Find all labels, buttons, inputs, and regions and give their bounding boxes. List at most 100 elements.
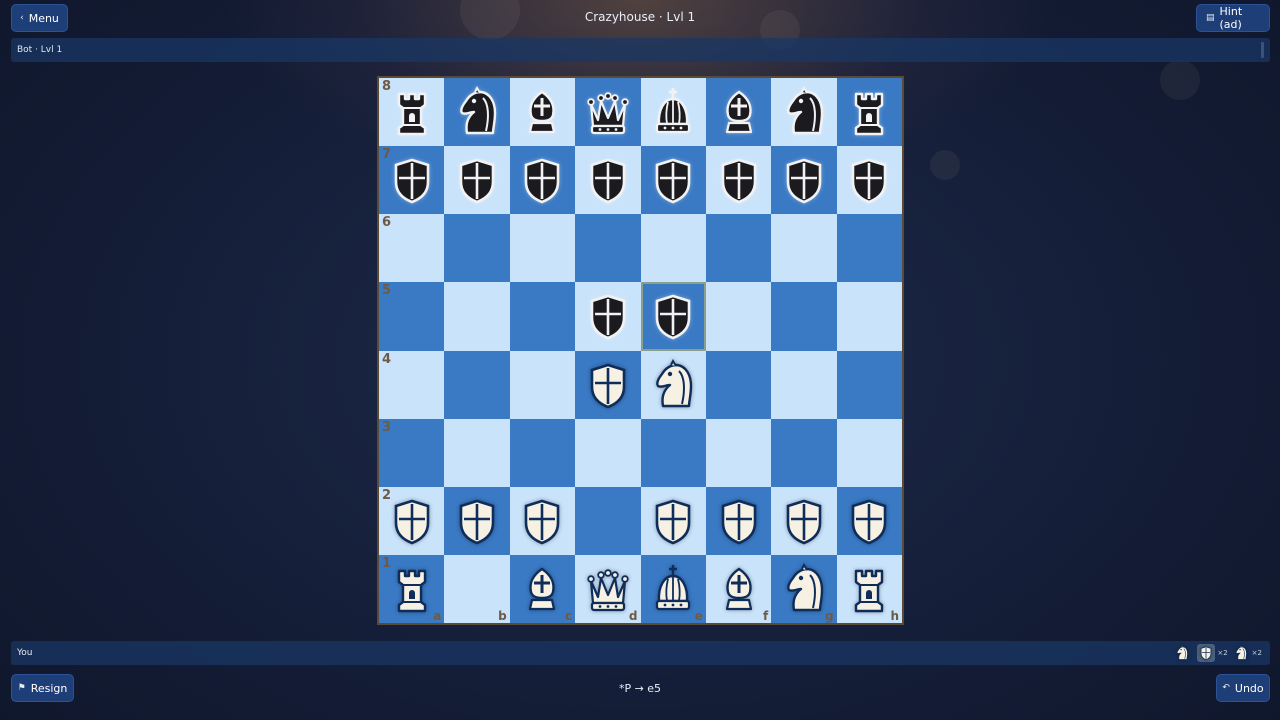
- white-rook-icon[interactable]: [388, 563, 436, 615]
- square-h6[interactable]: [836, 214, 902, 283]
- black-king-icon[interactable]: [649, 86, 697, 138]
- pocket-knight-icon[interactable]: [1173, 644, 1191, 662]
- square-g3[interactable]: [771, 418, 837, 487]
- white-knight-icon[interactable]: [649, 358, 697, 411]
- pocket-pawn-icon[interactable]: [1197, 644, 1216, 662]
- square-e7[interactable]: [640, 146, 706, 215]
- white-queen-icon[interactable]: [584, 563, 632, 615]
- white-pawn-icon[interactable]: [845, 495, 893, 547]
- black-pawn-icon[interactable]: [845, 154, 893, 206]
- square-f3[interactable]: [705, 418, 772, 487]
- black-knight-icon[interactable]: [780, 86, 828, 138]
- square-c6[interactable]: [509, 214, 576, 283]
- square-b1[interactable]: b: [444, 554, 510, 623]
- square-a6[interactable]: 6: [379, 214, 445, 283]
- square-e5[interactable]: [640, 282, 706, 351]
- square-g7[interactable]: [771, 146, 837, 215]
- white-pawn-icon[interactable]: [453, 495, 501, 547]
- square-c2[interactable]: [509, 486, 576, 555]
- white-pawn-icon[interactable]: [518, 495, 566, 547]
- square-e6[interactable]: [640, 214, 706, 283]
- square-c7[interactable]: [509, 146, 576, 215]
- square-g4[interactable]: [771, 350, 837, 419]
- square-d3[interactable]: [575, 418, 641, 487]
- undo-button[interactable]: ↶ Undo: [1216, 674, 1270, 702]
- white-knight-icon[interactable]: [780, 562, 828, 615]
- white-pawn-icon[interactable]: [780, 495, 828, 547]
- black-pawn-icon[interactable]: [649, 154, 697, 206]
- square-b4[interactable]: [444, 350, 510, 419]
- square-e4[interactable]: [640, 350, 706, 419]
- square-a4[interactable]: 4: [379, 350, 445, 419]
- square-h5[interactable]: [836, 282, 902, 351]
- black-rook-icon[interactable]: [388, 86, 436, 138]
- square-d5[interactable]: [575, 282, 641, 351]
- square-h7[interactable]: [836, 146, 902, 215]
- black-pawn-icon[interactable]: [453, 154, 501, 206]
- black-pawn-icon[interactable]: [584, 154, 632, 206]
- square-h8[interactable]: [836, 78, 902, 147]
- square-d7[interactable]: [575, 146, 641, 215]
- white-rook-icon[interactable]: [845, 563, 893, 615]
- square-h3[interactable]: [836, 418, 902, 487]
- square-b3[interactable]: [444, 418, 510, 487]
- square-d8[interactable]: [575, 78, 641, 147]
- square-e8[interactable]: [640, 78, 706, 147]
- white-pawn-icon[interactable]: [649, 495, 697, 547]
- square-c1[interactable]: c: [509, 554, 576, 623]
- square-c4[interactable]: [509, 350, 576, 419]
- square-e3[interactable]: [640, 418, 706, 487]
- square-c5[interactable]: [509, 282, 576, 351]
- square-b2[interactable]: [444, 486, 510, 555]
- black-knight-icon[interactable]: [453, 86, 501, 138]
- square-f1[interactable]: f: [705, 554, 772, 623]
- square-a1[interactable]: 1a: [379, 554, 445, 623]
- black-pawn-icon[interactable]: [780, 154, 828, 206]
- square-f4[interactable]: [705, 350, 772, 419]
- square-b7[interactable]: [444, 146, 510, 215]
- square-a7[interactable]: 7: [379, 146, 445, 215]
- white-pawn-icon[interactable]: [584, 359, 632, 411]
- chess-board[interactable]: 8 7 6 5 4 3 2 1 a b c d e f g h: [377, 76, 904, 625]
- square-c3[interactable]: [509, 418, 576, 487]
- square-a5[interactable]: 5: [379, 282, 445, 351]
- black-rook-icon[interactable]: [845, 86, 893, 138]
- black-pawn-icon[interactable]: [649, 290, 697, 342]
- square-b5[interactable]: [444, 282, 510, 351]
- square-e1[interactable]: e: [640, 554, 706, 623]
- black-queen-icon[interactable]: [584, 86, 632, 138]
- square-h2[interactable]: [836, 486, 902, 555]
- square-d1[interactable]: d: [575, 554, 641, 623]
- white-king-icon[interactable]: [649, 563, 697, 615]
- pocket-knight-icon[interactable]: [1232, 644, 1250, 662]
- square-a3[interactable]: 3: [379, 418, 445, 487]
- black-pawn-icon[interactable]: [388, 154, 436, 206]
- black-bishop-icon[interactable]: [715, 86, 763, 138]
- square-f2[interactable]: [705, 486, 772, 555]
- square-b8[interactable]: [444, 78, 510, 147]
- black-pawn-icon[interactable]: [584, 290, 632, 342]
- hint-button[interactable]: ▤ Hint (ad): [1196, 4, 1270, 32]
- white-pawn-icon[interactable]: [715, 495, 763, 547]
- square-h4[interactable]: [836, 350, 902, 419]
- square-c8[interactable]: [509, 78, 576, 147]
- black-pawn-icon[interactable]: [715, 154, 763, 206]
- square-h1[interactable]: h: [836, 554, 902, 623]
- white-pawn-icon[interactable]: [388, 495, 436, 547]
- square-e2[interactable]: [640, 486, 706, 555]
- white-bishop-icon[interactable]: [715, 563, 763, 615]
- black-pawn-icon[interactable]: [518, 154, 566, 206]
- white-bishop-icon[interactable]: [518, 563, 566, 615]
- square-a2[interactable]: 2: [379, 486, 445, 555]
- square-f6[interactable]: [705, 214, 772, 283]
- square-g6[interactable]: [771, 214, 837, 283]
- square-b6[interactable]: [444, 214, 510, 283]
- square-g5[interactable]: [771, 282, 837, 351]
- square-f7[interactable]: [705, 146, 772, 215]
- square-f8[interactable]: [705, 78, 772, 147]
- square-d4[interactable]: [575, 350, 641, 419]
- square-d6[interactable]: [575, 214, 641, 283]
- black-bishop-icon[interactable]: [518, 86, 566, 138]
- square-d2[interactable]: [575, 486, 641, 555]
- square-g2[interactable]: [771, 486, 837, 555]
